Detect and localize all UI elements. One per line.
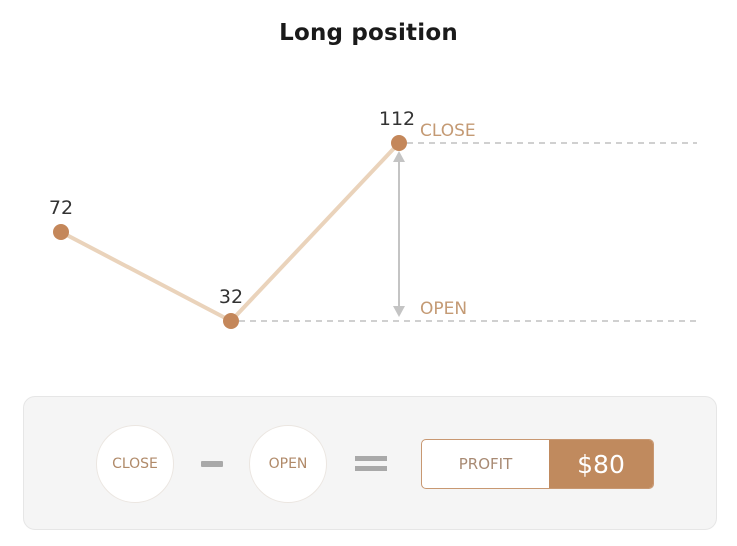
point-value-label: 32 bbox=[219, 286, 243, 308]
close-term-circle: CLOSE bbox=[96, 425, 174, 503]
price-point bbox=[391, 135, 407, 151]
open-term-label: OPEN bbox=[268, 456, 308, 472]
annotation-close: CLOSE bbox=[420, 121, 476, 141]
equals-icon bbox=[355, 456, 387, 472]
price-chart: 72 32 112CLOSE OPEN bbox=[49, 108, 697, 329]
price-point bbox=[223, 313, 239, 329]
profit-value: $80 bbox=[549, 440, 653, 488]
annotation-open: OPEN bbox=[420, 299, 467, 319]
profit-result: PROFIT $80 bbox=[421, 439, 654, 489]
point-value-label: 112 bbox=[379, 108, 415, 130]
minus-icon bbox=[201, 461, 223, 467]
price-point bbox=[53, 224, 69, 240]
close-term-label: CLOSE bbox=[112, 456, 158, 472]
profit-formula-panel: CLOSE OPEN PROFIT $80 bbox=[23, 396, 717, 530]
profit-label: PROFIT bbox=[458, 455, 513, 473]
arrow-down-icon bbox=[393, 306, 405, 317]
arrow-up-icon bbox=[393, 151, 405, 162]
open-term-circle: OPEN bbox=[249, 425, 327, 503]
point-value-label: 72 bbox=[49, 197, 73, 219]
